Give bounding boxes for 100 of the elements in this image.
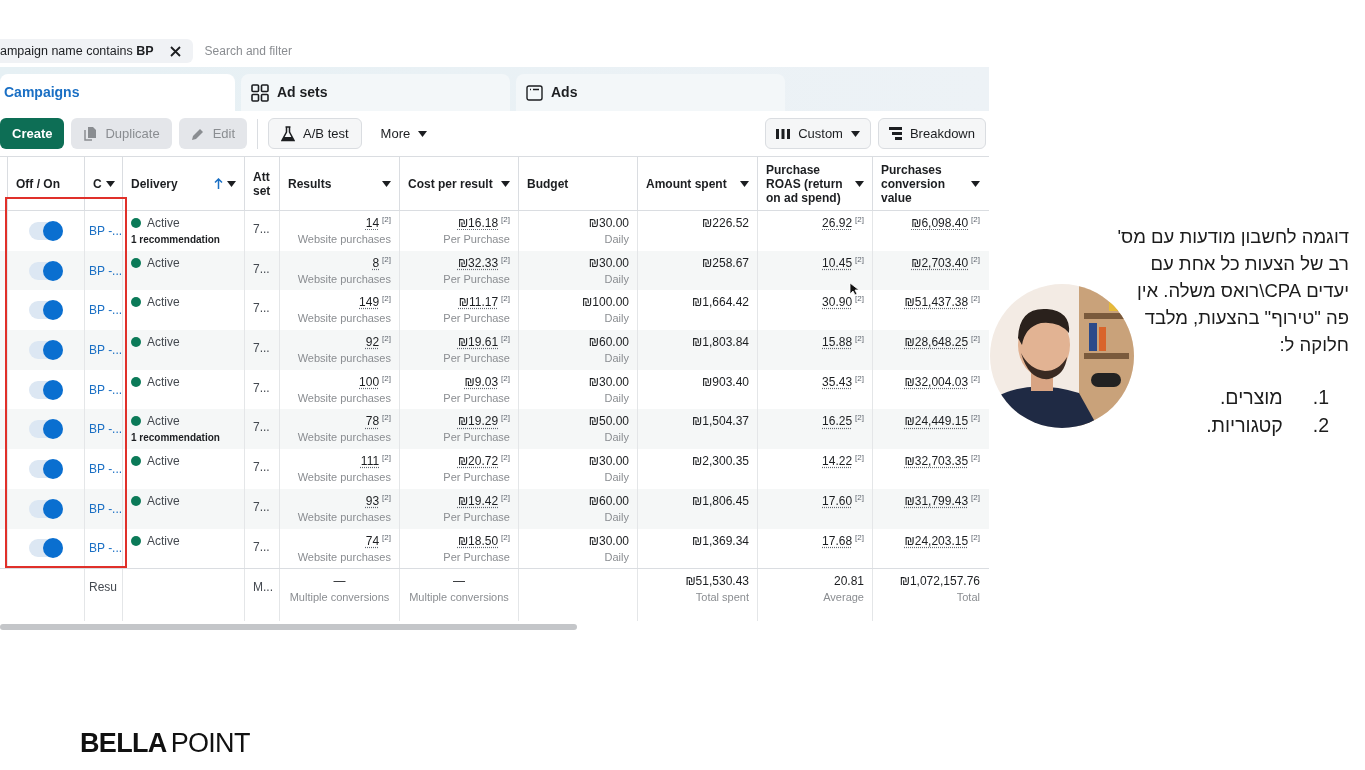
metric-label: Per Purchase [443, 351, 510, 367]
status-text: Active [147, 493, 180, 508]
copy-icon [83, 126, 98, 141]
metric-value: ₪32.33 [457, 254, 499, 271]
metric-value: ₪19.42 [457, 492, 499, 509]
caret-icon [855, 180, 864, 187]
metric-label: Per Purchase [443, 271, 510, 287]
metric-value: ₪30.00 [588, 373, 629, 390]
scrollbar[interactable] [0, 624, 577, 631]
column-header[interactable]: Budget [519, 157, 638, 210]
metric-value: ₪60.00 [588, 334, 629, 351]
close-icon[interactable] [169, 45, 181, 57]
recommendation-badge[interactable]: 1 recommendation [131, 232, 220, 247]
footnote-mark: [2] [501, 294, 510, 305]
column-header[interactable]: Results [280, 157, 400, 210]
metric-label: Multiple conversions [289, 590, 390, 606]
column-header[interactable]: Purchases conversion value [873, 157, 988, 210]
campaign-link[interactable]: BP -... [89, 420, 123, 439]
footnote-mark: [2] [971, 532, 980, 543]
caret-icon [227, 180, 236, 187]
grid-icon [251, 83, 269, 102]
metric-value: ₪24,449.15 [904, 413, 969, 430]
campaign-link[interactable]: BP -... [89, 301, 123, 320]
search-field[interactable]: Search and filter [204, 42, 505, 60]
column-header[interactable]: Off / On [8, 157, 85, 210]
metric-value: ₪30.00 [588, 532, 629, 549]
recommendation-badge[interactable]: 1 recommendation [131, 430, 220, 446]
metric-value: ₪226.52 [702, 215, 749, 231]
footnote-mark: [2] [855, 215, 864, 225]
footnote-mark: [2] [971, 413, 980, 424]
attribution-text: 7... [253, 341, 270, 356]
campaign-link[interactable]: BP -... [89, 539, 123, 558]
metric-value: ₪51,530.43 [685, 573, 749, 590]
footnote-mark: [2] [501, 413, 510, 424]
status-text: Active [147, 414, 180, 429]
tab[interactable]: Ads [516, 74, 785, 111]
attribution-text: 7... [253, 222, 270, 236]
toggle-switch[interactable] [29, 301, 63, 320]
metric-value: 93 [365, 492, 380, 509]
toggle-switch[interactable] [29, 340, 63, 359]
create-button[interactable]: Create [0, 118, 65, 149]
column-header[interactable]: Purchase ROAS (return on ad spend) [758, 157, 873, 210]
metric-label: Daily [604, 232, 629, 247]
caret-icon [850, 130, 860, 137]
toolbar-button[interactable]: A/B test [268, 118, 362, 149]
attribution-text: 7... [253, 380, 270, 395]
metric-label: Website purchases [297, 232, 391, 247]
metric-value: ₪100.00 [582, 294, 629, 311]
list-item: מוצרים. [1219, 385, 1283, 410]
column-header[interactable]: Att set [245, 157, 280, 210]
campaign-link[interactable]: BP -... [89, 459, 123, 478]
metric-label: Daily [604, 351, 629, 367]
toolbar-button[interactable]: Custom [765, 118, 871, 149]
attribution-text: M... [253, 580, 273, 595]
column-header[interactable]: Amount spent [638, 157, 758, 210]
campaign-link[interactable]: BP -... [89, 380, 123, 399]
campaign-link[interactable]: BP -... [89, 340, 123, 359]
filter-chip[interactable]: ampaign name contains BP [0, 39, 193, 63]
footnote-mark: [2] [382, 215, 391, 225]
campaign-link[interactable]: BP -... [89, 261, 123, 280]
caret-icon [740, 180, 749, 187]
column-header[interactable]: Delivery [123, 157, 245, 210]
attribution-text: 7... [253, 460, 270, 475]
more-button[interactable]: More [368, 118, 440, 149]
toggle-switch[interactable] [29, 539, 63, 558]
toggle-switch[interactable] [29, 380, 63, 399]
metric-value: ₪1,072,157.76 [899, 573, 980, 590]
metric-value: 26.92 [822, 215, 853, 231]
footnote-mark: [2] [855, 492, 864, 503]
metric-value: 15.88 [822, 334, 853, 351]
toolbar-button[interactable]: Breakdown [877, 118, 986, 149]
metric-label: Per Purchase [443, 390, 510, 406]
toggle-switch[interactable] [29, 459, 63, 478]
metric-value: — [333, 573, 346, 590]
toggle-switch[interactable] [29, 261, 63, 280]
footnote-mark: [2] [855, 453, 864, 464]
toggle-switch[interactable] [29, 420, 63, 439]
metric-value: — [453, 573, 465, 590]
metric-label: Website purchases [297, 311, 391, 327]
footnote-mark: [2] [855, 413, 864, 424]
footnote-mark: [2] [855, 334, 864, 345]
column-header[interactable]: Cost per result [400, 157, 519, 210]
metric-value: 10.45 [822, 254, 853, 271]
campaign-link[interactable]: BP -... [89, 221, 123, 240]
footnote-mark: [2] [501, 215, 510, 225]
metric-value: 78 [365, 413, 380, 430]
window-icon [526, 84, 543, 101]
column-header[interactable]: C [85, 157, 123, 210]
tab[interactable]: Campaigns [0, 74, 235, 111]
campaign-link[interactable]: BP -... [89, 499, 123, 518]
toggle-switch[interactable] [29, 221, 63, 240]
metric-value: ₪2,703.40 [911, 254, 969, 271]
footnote-mark: [2] [382, 492, 391, 503]
metric-value: ₪32,004.03 [904, 373, 969, 390]
metric-value: ₪28,648.25 [904, 334, 969, 351]
attribution-text: 7... [253, 301, 270, 316]
toggle-switch[interactable] [29, 499, 63, 518]
metric-label: Website purchases [297, 470, 391, 486]
tab[interactable]: Ad sets [241, 74, 510, 111]
attribution-text: 7... [253, 420, 270, 435]
